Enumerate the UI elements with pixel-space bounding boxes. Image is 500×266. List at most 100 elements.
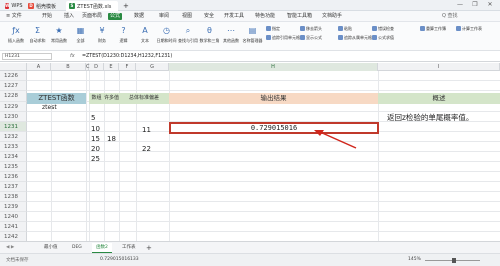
menu-item-11[interactable]: 文档助手 [320,13,344,20]
ribbon-button-10[interactable]: ⋯ 其他函数 [219,24,243,50]
formula-input[interactable]: =ZTEST(D1230:D1234,H1232,F1231) [82,53,172,60]
data-cell-f1231[interactable]: 11 [142,125,151,135]
menu-item-0[interactable]: 开始 [40,13,54,20]
data-cell-d1234[interactable]: 25 [91,154,100,164]
menu-item-3[interactable]: 公式 [108,13,123,20]
row-header-1234[interactable]: 1234 [0,152,27,162]
data-cell-d1232[interactable]: 15 [91,134,100,144]
ribbon-small-button-8[interactable]: 重算工作簿 [420,25,446,32]
data-cell-d1233[interactable]: 20 [91,144,100,154]
function-name-cell[interactable]: ztest [42,103,57,113]
menu-item-8[interactable]: 开发工具 [222,13,246,20]
ribbon-button-9[interactable]: θ 数学和三角 [198,24,222,50]
menu-item-9[interactable]: 特色功能 [253,13,277,20]
column-header-f[interactable]: F [119,63,136,71]
header-stddev[interactable]: 总体标准偏差 [119,93,169,104]
column-header-i[interactable]: I [378,63,500,71]
row-header-1227[interactable]: 1227 [0,81,27,91]
column-headers: A B C D E F G H I [0,63,500,71]
select-all-corner[interactable] [0,63,27,71]
ribbon-small-button-6[interactable]: 错误检查 [372,25,394,32]
menu-item-6[interactable]: 视图 [180,13,194,20]
row-header-1236[interactable]: 1236 [0,172,27,182]
ribbon-button-1[interactable]: Σ 自动求和 [26,24,50,50]
ribbon-small-button-3[interactable]: 显示公式 [300,34,322,41]
row-header-1231[interactable]: 1231 [0,122,27,132]
row-header-1232[interactable]: 1232 [0,132,27,142]
ribbon-button-8[interactable]: ⌕ 查找与引用 [176,24,200,50]
row-header-1235[interactable]: 1235 [0,162,27,172]
header-output[interactable]: 输出结果 [169,93,378,104]
ribbon-small-label: 重算工作簿 [426,26,446,31]
column-header-b[interactable]: B [51,63,86,71]
ribbon-button-0[interactable]: ƒx 插入函数 [4,24,28,50]
name-box[interactable]: H1231 [2,53,52,60]
sheet-tab-1[interactable]: 最小值 [40,243,62,253]
column-header-d[interactable]: D [89,63,104,71]
ribbon-button-2[interactable]: ★ 常用函数 [47,24,71,50]
tab-document[interactable]: S ZTEST函数.xls [66,1,118,11]
ribbon-small-button-2[interactable]: 移去箭头 [300,25,322,32]
menu-item-4[interactable]: 数据 [132,13,146,20]
row-header-1229[interactable]: 1229 [0,102,27,112]
row-header-1238[interactable]: 1238 [0,192,27,202]
data-cell-f1233[interactable]: 22 [142,144,151,154]
data-cell-d1231[interactable]: 10 [91,124,100,134]
row-header-1230[interactable]: 1230 [0,112,27,122]
row-header-1228[interactable]: 1228 [0,91,27,102]
zoom-slider-thumb[interactable] [452,258,456,263]
menu-item-5[interactable]: 审阅 [157,13,171,20]
tab-wps-home[interactable]: W WPS [2,1,23,11]
ribbon-button-7[interactable]: ◷ 日期和时间 [155,24,179,50]
data-cell-d1230[interactable]: 5 [91,113,95,123]
new-tab-button[interactable]: + [120,1,129,11]
ribbon-button-11[interactable]: ▤ 名称管理器 [241,24,265,50]
header-array[interactable]: 数组 [89,93,104,104]
minimize-button[interactable]: — [455,1,465,8]
column-header-h[interactable]: H [169,63,378,71]
menu-item-7[interactable]: 安全 [202,13,216,20]
menu-item-1[interactable]: 插入 [62,13,76,20]
grid-line [27,181,500,182]
row-header-1240[interactable]: 1240 [0,212,27,222]
ribbon-icon: ⋯ [227,26,235,35]
tab-docer[interactable]: D 稻壳模板 [25,1,65,11]
ribbon-button-3[interactable]: ▦ 全部 [69,24,93,50]
ribbon-small-button-1[interactable]: 追踪引用单元格 [266,34,300,41]
menu-item-2[interactable]: 页面布局 [80,13,104,20]
search-box[interactable]: Q 查找 [440,13,460,20]
ribbon-button-4[interactable]: ¥ 财务 [90,24,114,50]
ribbon-small-button-9[interactable]: 计算工作表 [456,25,482,32]
sheet-tab-2[interactable]: DEG [68,243,86,253]
sheet-tab-4[interactable]: 工作表 [118,243,140,253]
row-header-1226[interactable]: 1226 [0,71,27,81]
close-button[interactable]: ✕ [485,1,495,8]
row-header-1237[interactable]: 1237 [0,182,27,192]
zoom-level[interactable]: 145% [408,257,421,262]
header-values[interactable]: 许多值 [104,93,119,104]
ribbon-icon: ▤ [248,26,257,35]
sheet-tab-3[interactable]: 函数2 [92,243,112,253]
ribbon-small-button-7[interactable]: 公式求值 [372,34,394,41]
ribbon-button-6[interactable]: A 文本 [133,24,157,50]
column-header-e[interactable]: E [104,63,119,71]
column-header-g[interactable]: G [136,63,169,71]
column-header-a[interactable]: A [27,63,51,71]
grid-line [27,90,500,91]
row-header-1233[interactable]: 1233 [0,142,27,152]
ribbon-small-button-0[interactable]: 指定 [266,25,280,32]
ribbon-small-button-4[interactable]: 粘贴 [338,25,352,32]
ribbon-small-button-5[interactable]: 追踪从属单元格 [338,34,372,41]
ribbon-button-label: 逻辑 [119,38,128,43]
add-sheet-button[interactable]: + [142,243,156,253]
maximize-button[interactable]: ❐ [470,1,480,8]
sheet-nav-icon[interactable]: ◀ ▶ [2,243,18,253]
row-header-1239[interactable]: 1239 [0,202,27,212]
menu-item-10[interactable]: 智能工具箱 [285,13,314,20]
data-cell-e1232[interactable]: 18 [107,134,116,144]
file-menu[interactable]: ≡ 文件 [4,13,24,20]
ribbon-button-5[interactable]: ? 逻辑 [112,24,136,50]
fx-icon[interactable]: fx [70,53,75,59]
header-description[interactable]: 概述 [378,93,500,104]
row-header-1241[interactable]: 1241 [0,222,27,232]
